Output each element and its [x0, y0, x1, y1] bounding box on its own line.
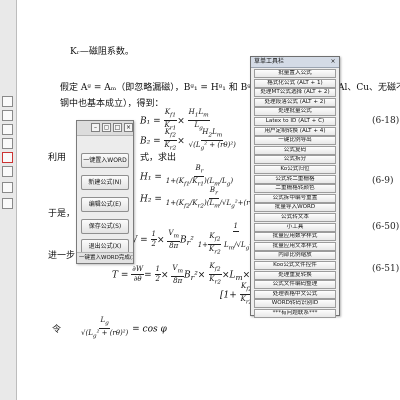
panel-button[interactable]: Latex to ID (ALT + C): [254, 117, 336, 126]
panel-button[interactable]: 公式复码: [254, 145, 336, 155]
edit-formula-button[interactable]: 编辑公式(E): [81, 197, 129, 212]
equation-cos: Lg √(Lg² + (rθ)²) = cos φ: [81, 316, 167, 340]
panel-button[interactable]: 小工具: [254, 222, 336, 232]
panel-button[interactable]: ***有问题联系***: [254, 309, 336, 318]
toolbar-panel: 草单工具栏 × 批量置入公式 格式化公式 (ALT + 1) 处理MT公式选择 (A…: [250, 56, 340, 318]
text-kr-line: Kᵣ—磁阻系数。: [70, 47, 134, 57]
panel-titlebar[interactable]: 草单工具栏 ×: [251, 57, 339, 68]
panel-button[interactable]: 二重栅格转颜色: [254, 184, 336, 194]
panel-button[interactable]: 处理批量公式: [254, 107, 336, 117]
eraser-tool-icon[interactable]: [2, 166, 13, 177]
save-formula-button[interactable]: 保存公式(S): [81, 219, 129, 234]
formula-dialog: – ▢ □ × 一键置入WORD 新建公式(N) 编辑公式(E) 保存公式(S)…: [76, 120, 134, 264]
panel-title: 草单工具栏: [254, 58, 285, 65]
stamp-tool-icon[interactable]: [2, 198, 13, 209]
panel-button[interactable]: Ko公式归位: [254, 165, 336, 174]
panel-button[interactable]: 处理MT公式选择 (ALT + 2): [254, 88, 336, 98]
panel-button[interactable]: Koo公式文件控件: [254, 261, 336, 270]
shape-tool-icon[interactable]: [2, 182, 13, 193]
restore-icon[interactable]: ▢: [102, 123, 111, 132]
dialog-status-bar: 一键置入WORD完成(1): [77, 252, 133, 263]
equation-number-6-9: (6-9): [372, 176, 394, 186]
close-icon[interactable]: ×: [124, 123, 133, 132]
panel-button[interactable]: 内部比例缩放: [254, 251, 336, 261]
panel-button[interactable]: 公式拆中编号重置: [254, 193, 336, 203]
pointer-tool-icon[interactable]: [2, 96, 13, 107]
panel-button[interactable]: 公式转文本: [254, 213, 336, 222]
text-utilize: 利用: [48, 153, 67, 163]
panel-button[interactable]: 批量置入公式: [254, 69, 336, 78]
panel-button[interactable]: 公式文件编码整理: [254, 280, 336, 290]
text-ling: 令: [52, 325, 62, 335]
text-assume-line-right: Al、Cu、无磁不锈: [338, 83, 400, 93]
text-yushi: 于是，: [48, 209, 76, 219]
panel-button[interactable]: 批量应用文本样式: [254, 241, 336, 251]
equation-number-6-18: (6-18): [372, 116, 400, 126]
panel-button[interactable]: 批量导入WORD: [254, 203, 336, 213]
panel-button[interactable]: 格式化公式 (ALT + 1): [254, 78, 336, 88]
new-formula-button[interactable]: 新建公式(N): [81, 175, 129, 190]
minimize-icon[interactable]: –: [91, 123, 100, 132]
maximize-icon[interactable]: □: [113, 123, 122, 132]
left-tool-strip: [0, 0, 17, 400]
equation-b2: B₂ = Kf2 Kr2 × H2Lm √(Lg² + (rθ)²): [140, 128, 236, 152]
equation-number-6-50: (6-50): [372, 222, 400, 232]
panel-button[interactable]: 处理段落公式 (ALT + 2): [254, 97, 336, 107]
panel-button[interactable]: 公式转二重栅格: [254, 174, 336, 184]
highlight-tool-icon[interactable]: [2, 152, 13, 163]
panel-button[interactable]: 处理重复转换: [254, 270, 336, 280]
zoom-tool-icon[interactable]: [2, 124, 13, 135]
panel-button[interactable]: 处理表格中文公式: [254, 289, 336, 299]
close-icon[interactable]: ×: [329, 58, 337, 66]
pen-tool-icon[interactable]: [2, 138, 13, 149]
panel-button[interactable]: WORD转码识别ID: [254, 299, 336, 309]
panel-button[interactable]: 公式拆分: [254, 155, 336, 165]
panel-button[interactable]: 用户定制转换 (ALT + 4): [254, 126, 336, 136]
panel-button[interactable]: 一键比例导出: [254, 136, 336, 146]
one-click-insert-word-button[interactable]: 一键置入WORD: [81, 153, 129, 168]
text-tool-icon[interactable]: [2, 110, 13, 121]
text-jinyibu: 进一步: [48, 251, 76, 261]
dialog-titlebar[interactable]: – ▢ □ ×: [77, 121, 133, 136]
equation-h2: H₂ = Br 1+(Kf2/Kr2)(Lm/√Lg²+(rθ)²): [140, 186, 263, 210]
equation-number-6-51: (6-51): [372, 264, 400, 274]
panel-button[interactable]: 批量应用数学样式: [254, 232, 336, 242]
